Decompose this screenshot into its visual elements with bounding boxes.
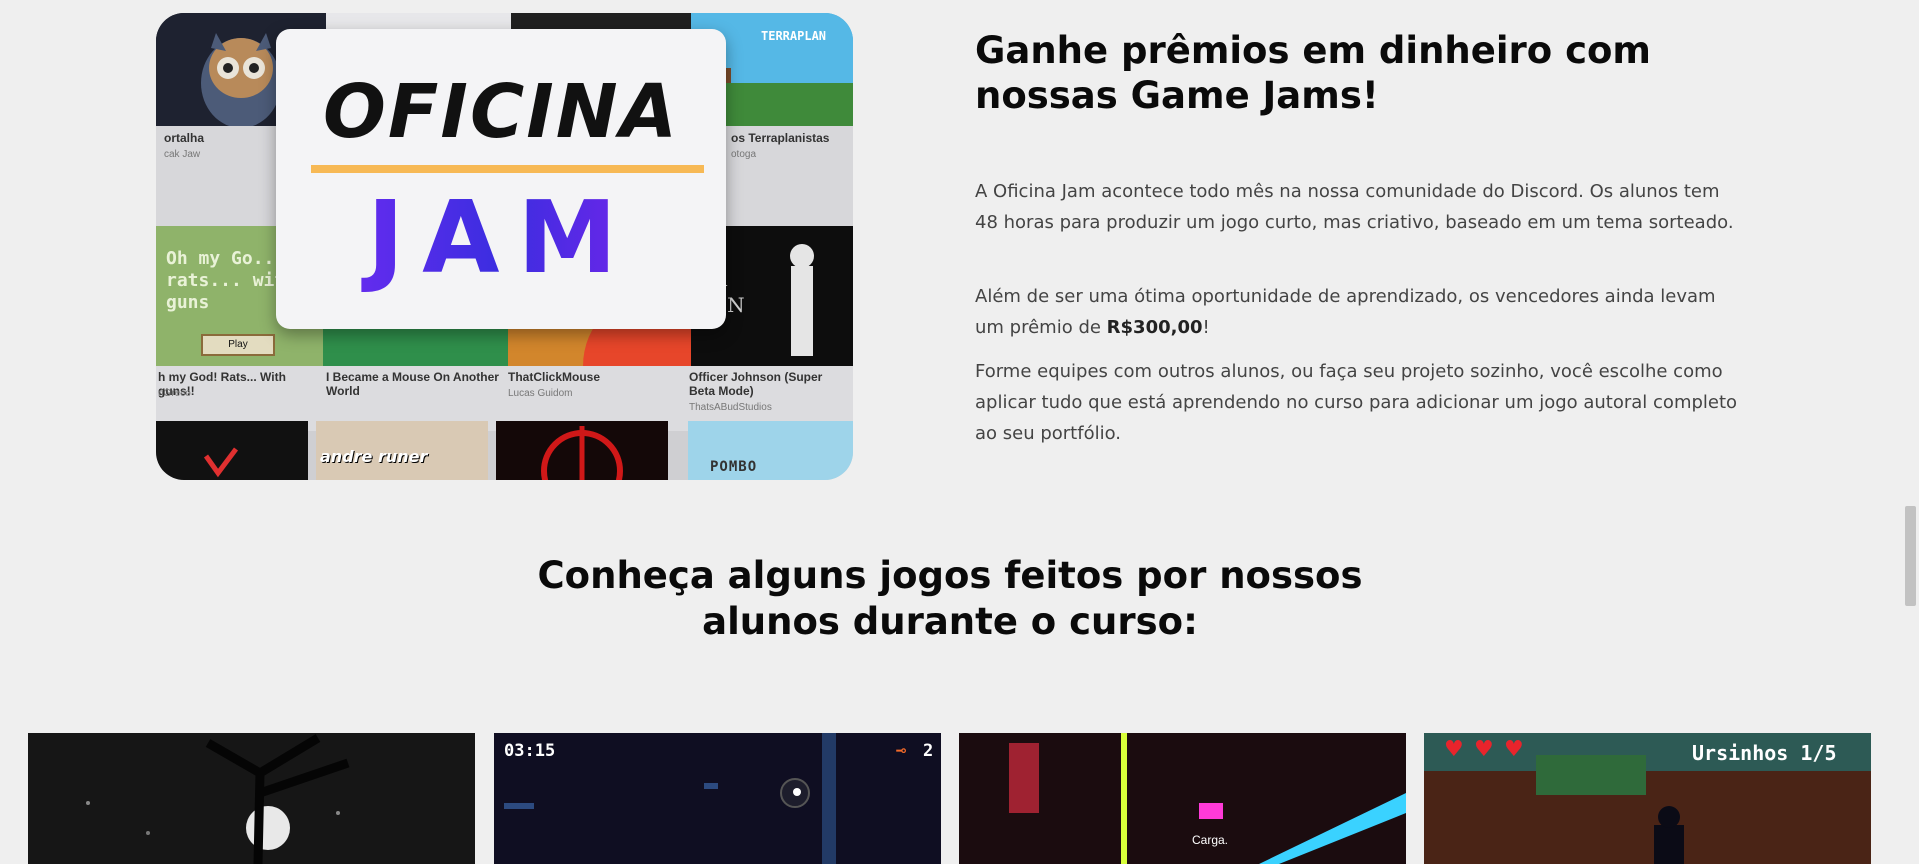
heart-icon: ♥ xyxy=(1504,737,1524,762)
oficina-jam-image: TERRAPLAN ortalha cak Jaw os Terraplanis… xyxy=(156,13,853,480)
game-jam-title: Ganhe prêmios em dinheiro com nossas Gam… xyxy=(975,29,1651,117)
heart-icon: ♥ xyxy=(1474,737,1494,762)
jam-paragraph-3: Forme equipes com outros alunos, ou faça… xyxy=(975,361,1738,444)
game-tile-pombo: POMBO xyxy=(688,421,853,480)
scrollbar-thumb[interactable] xyxy=(1905,506,1916,606)
terraplan-art-text: TERRAPLAN xyxy=(761,29,827,43)
tile-caption: ThatClickMouse xyxy=(508,370,601,384)
game-card-2[interactable]: 03:15 ⊸ 2 xyxy=(494,733,941,864)
heart-icon: ♥ xyxy=(1444,737,1464,762)
jam-paragraph-2: Além de ser uma ótima oportunidade de ap… xyxy=(975,281,1745,343)
tile-author: otoga xyxy=(731,149,757,160)
game-card-4[interactable]: ♥ ♥ ♥ Ursinhos 1/5 xyxy=(1424,733,1871,864)
tile-author: nGreco xyxy=(158,388,191,399)
game-tile-dark xyxy=(156,421,308,480)
tile-caption: ortalha xyxy=(164,131,205,145)
pombo-art-text: POMBO xyxy=(710,459,758,475)
ursinhos-counter: Ursinhos 1/5 xyxy=(1692,741,1837,765)
game-tile-runner: andre runer xyxy=(316,421,488,480)
game-card-3[interactable]: Carga. xyxy=(959,733,1406,864)
tile-author: ThatsABudStudios xyxy=(689,402,772,413)
jam-paragraph-1: A Oficina Jam acontece todo mês na nossa… xyxy=(975,181,1734,233)
tile-caption: os Terraplanistas xyxy=(731,131,830,145)
runner-art-text: andre runer xyxy=(320,447,428,466)
logo-text-oficina: OFICINA xyxy=(322,69,680,155)
jam-paragraph-2-end: ! xyxy=(1202,317,1210,338)
games-section-heading: Conheça alguns jogos feitos por nossos a… xyxy=(537,554,1363,643)
game-card-1[interactable] xyxy=(28,733,475,864)
play-button-art: Play xyxy=(201,334,275,356)
tile-caption: Officer Johnson (Super Beta Mode) xyxy=(689,370,823,398)
prize-amount: R$300,00 xyxy=(1106,317,1203,338)
game-timer: 03:15 xyxy=(504,741,556,761)
tile-caption: I Became a Mouse On Another World xyxy=(326,370,499,398)
scrollbar-track[interactable] xyxy=(1902,0,1919,864)
jam-paragraph-2-text: Além de ser uma ótima oportunidade de ap… xyxy=(975,286,1716,338)
keys-count: 2 xyxy=(923,741,934,761)
tile-author: Lucas Guidom xyxy=(508,388,573,399)
game-tile-target xyxy=(496,421,668,480)
tile-author: cak Jaw xyxy=(164,149,201,160)
logo-text-jam: JAM xyxy=(276,179,726,296)
oficina-jam-logo: OFICINA JAM xyxy=(276,29,726,329)
game-caption: Carga. xyxy=(1192,833,1229,847)
key-icon: ⊸ xyxy=(896,741,907,761)
logo-divider xyxy=(311,165,704,173)
